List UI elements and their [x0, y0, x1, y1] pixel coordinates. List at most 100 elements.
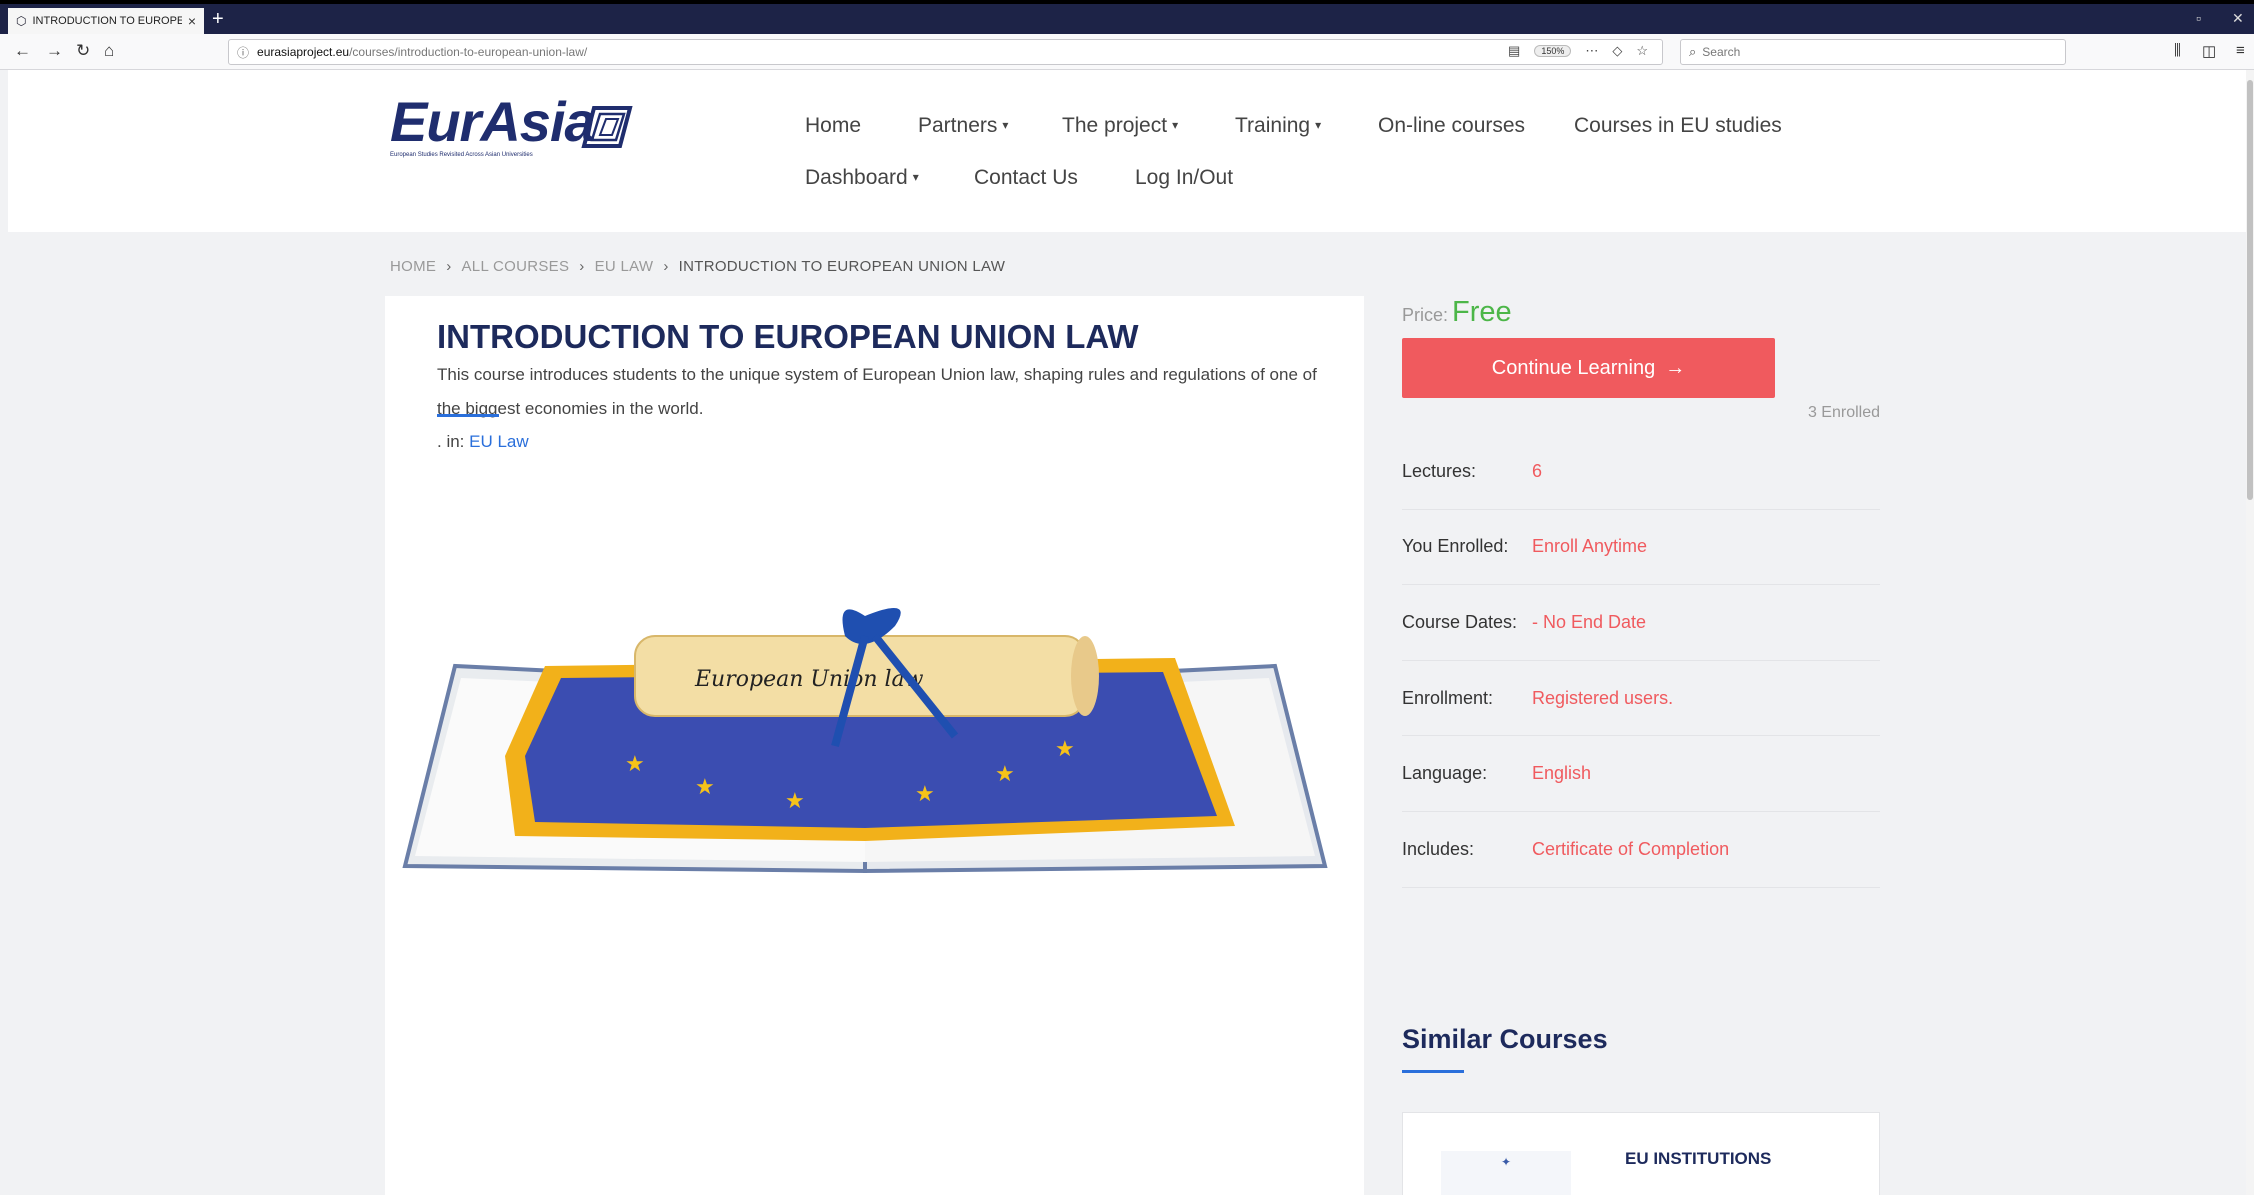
caret-down-icon: ▾ — [1172, 118, 1179, 132]
page-actions-icon[interactable]: ⋯ — [1585, 43, 1598, 59]
nav-online-courses[interactable]: On-line courses — [1378, 114, 1525, 138]
pocket-icon[interactable]: ◇ — [1612, 43, 1622, 59]
info-row-enrollment: Enrollment: Registered users. — [1402, 661, 1880, 737]
restore-window-icon[interactable]: ▫ — [2196, 10, 2201, 26]
nav-contact[interactable]: Contact Us — [974, 166, 1078, 190]
menu-icon[interactable]: ≡ — [2236, 42, 2245, 59]
nav-dashboard[interactable]: Dashboard ▾ — [805, 166, 919, 190]
price-value: Free — [1452, 296, 1512, 328]
info-value: English — [1532, 763, 1592, 784]
course-image: ★ ★ ★ ★ ★ ★ European Union law — [402, 608, 1328, 874]
breadcrumb-category[interactable]: EU LAW — [595, 258, 654, 275]
divider — [437, 414, 499, 417]
logo-tagline: European Studies Revisited Across Asian … — [390, 152, 533, 158]
course-category: . in: EU Law — [437, 432, 529, 452]
sidebar-toggle-icon[interactable]: ◫ — [2202, 42, 2216, 60]
new-tab-button[interactable]: + — [212, 8, 224, 30]
info-key: Enrollment: — [1402, 687, 1494, 708]
web-page: EurAsia European Studies Revisited Acros… — [8, 70, 2246, 1195]
nav-partners-label: Partners — [918, 114, 998, 137]
eu-flag-icon: ✦ — [1501, 1155, 1512, 1169]
bookmark-star-icon[interactable]: ☆ — [1636, 43, 1648, 59]
browser-tab-bar: ⬡ INTRODUCTION TO EUROPEAN × + ▫ ✕ — [0, 0, 2254, 34]
scrollbar-thumb[interactable] — [2247, 80, 2253, 500]
caret-down-icon: ▾ — [1002, 118, 1009, 132]
url-bar[interactable]: ⓘ eurasiaproject.eu/courses/introduction… — [228, 39, 1663, 65]
tab-title: INTRODUCTION TO EUROPEAN — [32, 15, 182, 27]
info-row-dates: Course Dates: - No End Date — [1402, 585, 1880, 661]
favicon-icon: ⬡ — [16, 14, 27, 28]
continue-learning-button[interactable]: Continue Learning → — [1402, 338, 1775, 398]
info-key: Language: — [1402, 763, 1488, 784]
reader-view-icon[interactable]: ▤ — [1508, 43, 1520, 59]
search-icon: ⌕ — [1689, 44, 1697, 59]
nav-login[interactable]: Log In/Out — [1135, 166, 1233, 190]
info-value: Enroll Anytime — [1532, 536, 1648, 557]
logo-mark-icon — [581, 106, 633, 148]
enrolled-count: 3 Enrolled — [1807, 404, 1880, 421]
info-key: Includes: — [1402, 838, 1475, 859]
breadcrumb-separator: › — [579, 258, 585, 275]
browser-tab[interactable]: ⬡ INTRODUCTION TO EUROPEAN × — [8, 8, 204, 34]
nav-courses-eu-studies[interactable]: Courses in EU studies — [1574, 114, 1782, 138]
arrow-right-icon: → — [1665, 356, 1686, 379]
back-icon[interactable]: ← — [14, 42, 31, 60]
svg-text:★: ★ — [785, 789, 805, 814]
info-row-language: Language: English — [1402, 736, 1880, 812]
reload-icon[interactable]: ↻ — [76, 42, 90, 60]
divider — [1402, 1070, 1464, 1073]
search-bar[interactable]: ⌕ Search — [1680, 39, 2066, 65]
info-value: - No End Date — [1532, 611, 1647, 632]
home-icon[interactable]: ⌂ — [104, 42, 114, 60]
breadcrumb-current: INTRODUCTION TO EUROPEAN UNION LAW — [678, 258, 1006, 275]
site-header: EurAsia European Studies Revisited Acros… — [8, 70, 2246, 232]
scroll-caption: European Union law — [694, 667, 924, 692]
url-domain: eurasiaproject.eu — [257, 45, 350, 59]
url-actions: ▤ 150% ⋯ ◇ ☆ — [1508, 43, 1648, 59]
similar-course-title[interactable]: EU INSTITUTIONS — [1625, 1149, 1771, 1169]
continue-learning-label: Continue Learning — [1491, 356, 1656, 379]
breadcrumb-all-courses[interactable]: ALL COURSES — [462, 258, 570, 275]
info-row-includes: Includes: Certificate of Completion — [1402, 812, 1880, 888]
site-logo[interactable]: EurAsia European Studies Revisited Acros… — [390, 94, 652, 164]
caret-down-icon: ▾ — [1315, 118, 1322, 132]
price-label: Price: — [1402, 305, 1449, 325]
svg-text:★: ★ — [915, 782, 935, 807]
caret-down-icon: ▾ — [912, 170, 919, 184]
course-info-list: Lectures: 6 You Enrolled: Enroll Anytime C… — [1402, 434, 1880, 888]
nav-home[interactable]: Home — [805, 114, 861, 138]
info-key: You Enrolled: — [1402, 536, 1509, 557]
zoom-indicator[interactable]: 150% — [1534, 45, 1572, 57]
svg-text:★: ★ — [995, 762, 1015, 787]
price: Price: Free — [1402, 296, 1512, 329]
info-value: Registered users. — [1532, 687, 1674, 708]
info-value: 6 — [1532, 460, 1543, 481]
breadcrumb-separator: › — [663, 258, 669, 275]
svg-text:★: ★ — [695, 775, 715, 800]
close-window-icon[interactable]: ✕ — [2232, 10, 2244, 27]
nav-training[interactable]: Training ▾ — [1235, 114, 1321, 138]
url-path: /courses/introduction-to-european-union-… — [349, 45, 588, 59]
forward-icon[interactable]: → — [46, 42, 63, 60]
nav-project-label: The project — [1062, 114, 1168, 137]
nav-partners[interactable]: Partners ▾ — [918, 114, 1008, 138]
close-tab-icon[interactable]: × — [188, 13, 196, 29]
course-content-card: INTRODUCTION TO EUROPEAN UNION LAW This … — [385, 296, 1364, 1195]
svg-text:★: ★ — [625, 752, 645, 777]
category-link[interactable]: EU Law — [469, 432, 529, 451]
nav-the-project[interactable]: The project ▾ — [1062, 114, 1178, 138]
breadcrumb-home[interactable]: HOME — [390, 258, 436, 275]
nav-training-label: Training — [1235, 114, 1311, 137]
info-value: Certificate of Completion — [1532, 838, 1730, 859]
library-icon[interactable]: ⫼ — [2174, 42, 2181, 59]
similar-course-thumbnail: ✦ — [1441, 1151, 1571, 1195]
info-key: Lectures: — [1402, 460, 1477, 481]
browser-toolbar: ← → ↻ ⌂ ⓘ eurasiaproject.eu/courses/intr… — [0, 34, 2254, 70]
similar-course-card[interactable]: ✦ EU INSTITUTIONS — [1402, 1112, 1880, 1195]
info-key: Course Dates: — [1402, 611, 1518, 632]
site-info-icon[interactable]: ⓘ — [237, 44, 249, 61]
search-placeholder: Search — [1702, 45, 1741, 59]
similar-courses-heading: Similar Courses — [1402, 1024, 1608, 1054]
breadcrumb-separator: › — [446, 258, 452, 275]
info-row-enrolled: You Enrolled: Enroll Anytime — [1402, 510, 1880, 586]
